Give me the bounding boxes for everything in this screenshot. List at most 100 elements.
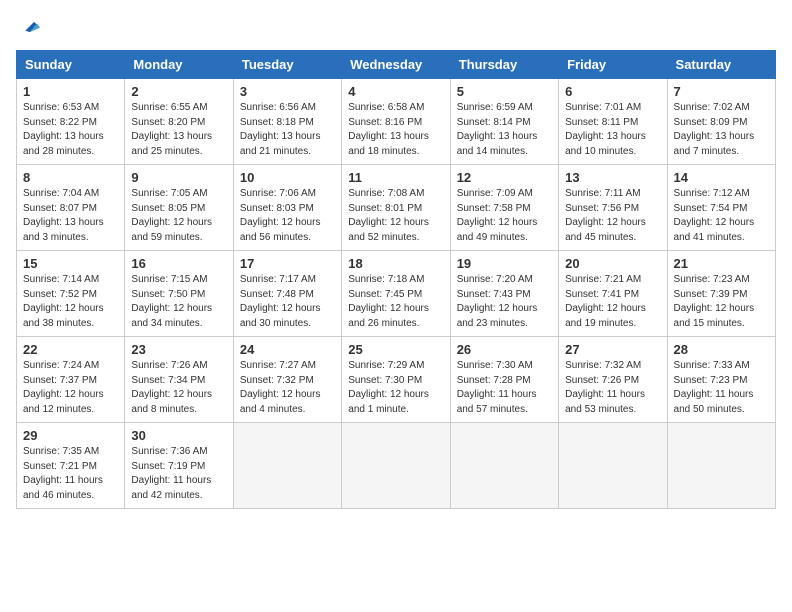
calendar-cell: 26 Sunrise: 7:30 AM Sunset: 7:28 PM Dayli… xyxy=(450,337,558,423)
day-number: 29 xyxy=(23,428,118,443)
day-number: 7 xyxy=(674,84,769,99)
day-detail: Sunrise: 7:01 AM Sunset: 8:11 PM Dayligh… xyxy=(565,101,660,159)
day-detail: Sunrise: 7:11 AM Sunset: 7:56 PM Dayligh… xyxy=(565,187,660,245)
weekday-header-friday: Friday xyxy=(559,51,667,79)
calendar-cell: 27 Sunrise: 7:32 AM Sunset: 7:26 PM Dayli… xyxy=(559,337,667,423)
day-number: 23 xyxy=(131,342,226,357)
day-number: 12 xyxy=(457,170,552,185)
calendar-cell xyxy=(342,423,450,509)
day-number: 5 xyxy=(457,84,552,99)
calendar-cell xyxy=(667,423,775,509)
day-number: 16 xyxy=(131,256,226,271)
day-number: 18 xyxy=(348,256,443,271)
calendar-cell xyxy=(450,423,558,509)
day-detail: Sunrise: 6:53 AM Sunset: 8:22 PM Dayligh… xyxy=(23,101,118,159)
calendar-cell: 24 Sunrise: 7:27 AM Sunset: 7:32 PM Dayli… xyxy=(233,337,341,423)
day-detail: Sunrise: 7:23 AM Sunset: 7:39 PM Dayligh… xyxy=(674,273,769,331)
calendar-week-4: 22 Sunrise: 7:24 AM Sunset: 7:37 PM Dayli… xyxy=(17,337,776,423)
calendar-cell: 16 Sunrise: 7:15 AM Sunset: 7:50 PM Dayli… xyxy=(125,251,233,337)
day-detail: Sunrise: 7:14 AM Sunset: 7:52 PM Dayligh… xyxy=(23,273,118,331)
day-detail: Sunrise: 7:33 AM Sunset: 7:23 PM Dayligh… xyxy=(674,359,769,417)
day-detail: Sunrise: 7:21 AM Sunset: 7:41 PM Dayligh… xyxy=(565,273,660,331)
day-detail: Sunrise: 7:32 AM Sunset: 7:26 PM Dayligh… xyxy=(565,359,660,417)
day-detail: Sunrise: 7:26 AM Sunset: 7:34 PM Dayligh… xyxy=(131,359,226,417)
day-number: 3 xyxy=(240,84,335,99)
day-detail: Sunrise: 7:17 AM Sunset: 7:48 PM Dayligh… xyxy=(240,273,335,331)
calendar-table: SundayMondayTuesdayWednesdayThursdayFrid… xyxy=(16,50,776,509)
day-number: 9 xyxy=(131,170,226,185)
calendar-cell: 6 Sunrise: 7:01 AM Sunset: 8:11 PM Daylig… xyxy=(559,79,667,165)
logo xyxy=(16,16,40,38)
calendar-week-1: 1 Sunrise: 6:53 AM Sunset: 8:22 PM Daylig… xyxy=(17,79,776,165)
day-number: 10 xyxy=(240,170,335,185)
calendar-week-5: 29 Sunrise: 7:35 AM Sunset: 7:21 PM Dayli… xyxy=(17,423,776,509)
calendar-cell: 13 Sunrise: 7:11 AM Sunset: 7:56 PM Dayli… xyxy=(559,165,667,251)
calendar-cell: 25 Sunrise: 7:29 AM Sunset: 7:30 PM Dayli… xyxy=(342,337,450,423)
day-detail: Sunrise: 6:59 AM Sunset: 8:14 PM Dayligh… xyxy=(457,101,552,159)
day-number: 20 xyxy=(565,256,660,271)
weekday-header-thursday: Thursday xyxy=(450,51,558,79)
day-detail: Sunrise: 7:12 AM Sunset: 7:54 PM Dayligh… xyxy=(674,187,769,245)
day-detail: Sunrise: 7:36 AM Sunset: 7:19 PM Dayligh… xyxy=(131,445,226,503)
weekday-header-row: SundayMondayTuesdayWednesdayThursdayFrid… xyxy=(17,51,776,79)
day-detail: Sunrise: 7:35 AM Sunset: 7:21 PM Dayligh… xyxy=(23,445,118,503)
calendar-cell: 7Sunrise: 7:02 AM Sunset: 8:09 PM Daylig… xyxy=(667,79,775,165)
page-header xyxy=(16,16,776,38)
calendar-cell: 5 Sunrise: 6:59 AM Sunset: 8:14 PM Daylig… xyxy=(450,79,558,165)
calendar-cell: 28 Sunrise: 7:33 AM Sunset: 7:23 PM Dayli… xyxy=(667,337,775,423)
day-number: 11 xyxy=(348,170,443,185)
calendar-cell: 30 Sunrise: 7:36 AM Sunset: 7:19 PM Dayli… xyxy=(125,423,233,509)
weekday-header-tuesday: Tuesday xyxy=(233,51,341,79)
weekday-header-saturday: Saturday xyxy=(667,51,775,79)
day-detail: Sunrise: 7:05 AM Sunset: 8:05 PM Dayligh… xyxy=(131,187,226,245)
day-number: 4 xyxy=(348,84,443,99)
day-detail: Sunrise: 7:18 AM Sunset: 7:45 PM Dayligh… xyxy=(348,273,443,331)
day-detail: Sunrise: 7:08 AM Sunset: 8:01 PM Dayligh… xyxy=(348,187,443,245)
day-number: 27 xyxy=(565,342,660,357)
day-detail: Sunrise: 6:55 AM Sunset: 8:20 PM Dayligh… xyxy=(131,101,226,159)
day-number: 22 xyxy=(23,342,118,357)
day-detail: Sunrise: 7:15 AM Sunset: 7:50 PM Dayligh… xyxy=(131,273,226,331)
day-number: 25 xyxy=(348,342,443,357)
calendar-cell: 22 Sunrise: 7:24 AM Sunset: 7:37 PM Dayli… xyxy=(17,337,125,423)
day-detail: Sunrise: 7:24 AM Sunset: 7:37 PM Dayligh… xyxy=(23,359,118,417)
weekday-header-monday: Monday xyxy=(125,51,233,79)
calendar-cell: 23 Sunrise: 7:26 AM Sunset: 7:34 PM Dayli… xyxy=(125,337,233,423)
day-number: 24 xyxy=(240,342,335,357)
calendar-cell: 12 Sunrise: 7:09 AM Sunset: 7:58 PM Dayli… xyxy=(450,165,558,251)
day-number: 21 xyxy=(674,256,769,271)
day-number: 26 xyxy=(457,342,552,357)
weekday-header-sunday: Sunday xyxy=(17,51,125,79)
calendar-cell: 21 Sunrise: 7:23 AM Sunset: 7:39 PM Dayli… xyxy=(667,251,775,337)
day-number: 19 xyxy=(457,256,552,271)
day-number: 13 xyxy=(565,170,660,185)
day-detail: Sunrise: 7:09 AM Sunset: 7:58 PM Dayligh… xyxy=(457,187,552,245)
calendar-cell: 20 Sunrise: 7:21 AM Sunset: 7:41 PM Dayli… xyxy=(559,251,667,337)
calendar-cell: 11 Sunrise: 7:08 AM Sunset: 8:01 PM Dayli… xyxy=(342,165,450,251)
day-number: 1 xyxy=(23,84,118,99)
calendar-cell: 3 Sunrise: 6:56 AM Sunset: 8:18 PM Daylig… xyxy=(233,79,341,165)
calendar-cell: 4 Sunrise: 6:58 AM Sunset: 8:16 PM Daylig… xyxy=(342,79,450,165)
calendar-cell: 1 Sunrise: 6:53 AM Sunset: 8:22 PM Daylig… xyxy=(17,79,125,165)
day-detail: Sunrise: 7:04 AM Sunset: 8:07 PM Dayligh… xyxy=(23,187,118,245)
calendar-cell: 8 Sunrise: 7:04 AM Sunset: 8:07 PM Daylig… xyxy=(17,165,125,251)
day-detail: Sunrise: 6:56 AM Sunset: 8:18 PM Dayligh… xyxy=(240,101,335,159)
calendar-cell: 15 Sunrise: 7:14 AM Sunset: 7:52 PM Dayli… xyxy=(17,251,125,337)
calendar-week-2: 8 Sunrise: 7:04 AM Sunset: 8:07 PM Daylig… xyxy=(17,165,776,251)
calendar-cell: 14 Sunrise: 7:12 AM Sunset: 7:54 PM Dayli… xyxy=(667,165,775,251)
day-detail: Sunrise: 7:27 AM Sunset: 7:32 PM Dayligh… xyxy=(240,359,335,417)
day-number: 14 xyxy=(674,170,769,185)
day-detail: Sunrise: 7:29 AM Sunset: 7:30 PM Dayligh… xyxy=(348,359,443,417)
calendar-cell: 2Sunrise: 6:55 AM Sunset: 8:20 PM Daylig… xyxy=(125,79,233,165)
calendar-week-3: 15 Sunrise: 7:14 AM Sunset: 7:52 PM Dayli… xyxy=(17,251,776,337)
day-number: 8 xyxy=(23,170,118,185)
calendar-cell: 19 Sunrise: 7:20 AM Sunset: 7:43 PM Dayli… xyxy=(450,251,558,337)
calendar-cell: 9 Sunrise: 7:05 AM Sunset: 8:05 PM Daylig… xyxy=(125,165,233,251)
day-detail: Sunrise: 7:30 AM Sunset: 7:28 PM Dayligh… xyxy=(457,359,552,417)
day-number: 30 xyxy=(131,428,226,443)
day-detail: Sunrise: 7:20 AM Sunset: 7:43 PM Dayligh… xyxy=(457,273,552,331)
day-number: 15 xyxy=(23,256,118,271)
day-number: 28 xyxy=(674,342,769,357)
day-detail: Sunrise: 6:58 AM Sunset: 8:16 PM Dayligh… xyxy=(348,101,443,159)
day-number: 6 xyxy=(565,84,660,99)
